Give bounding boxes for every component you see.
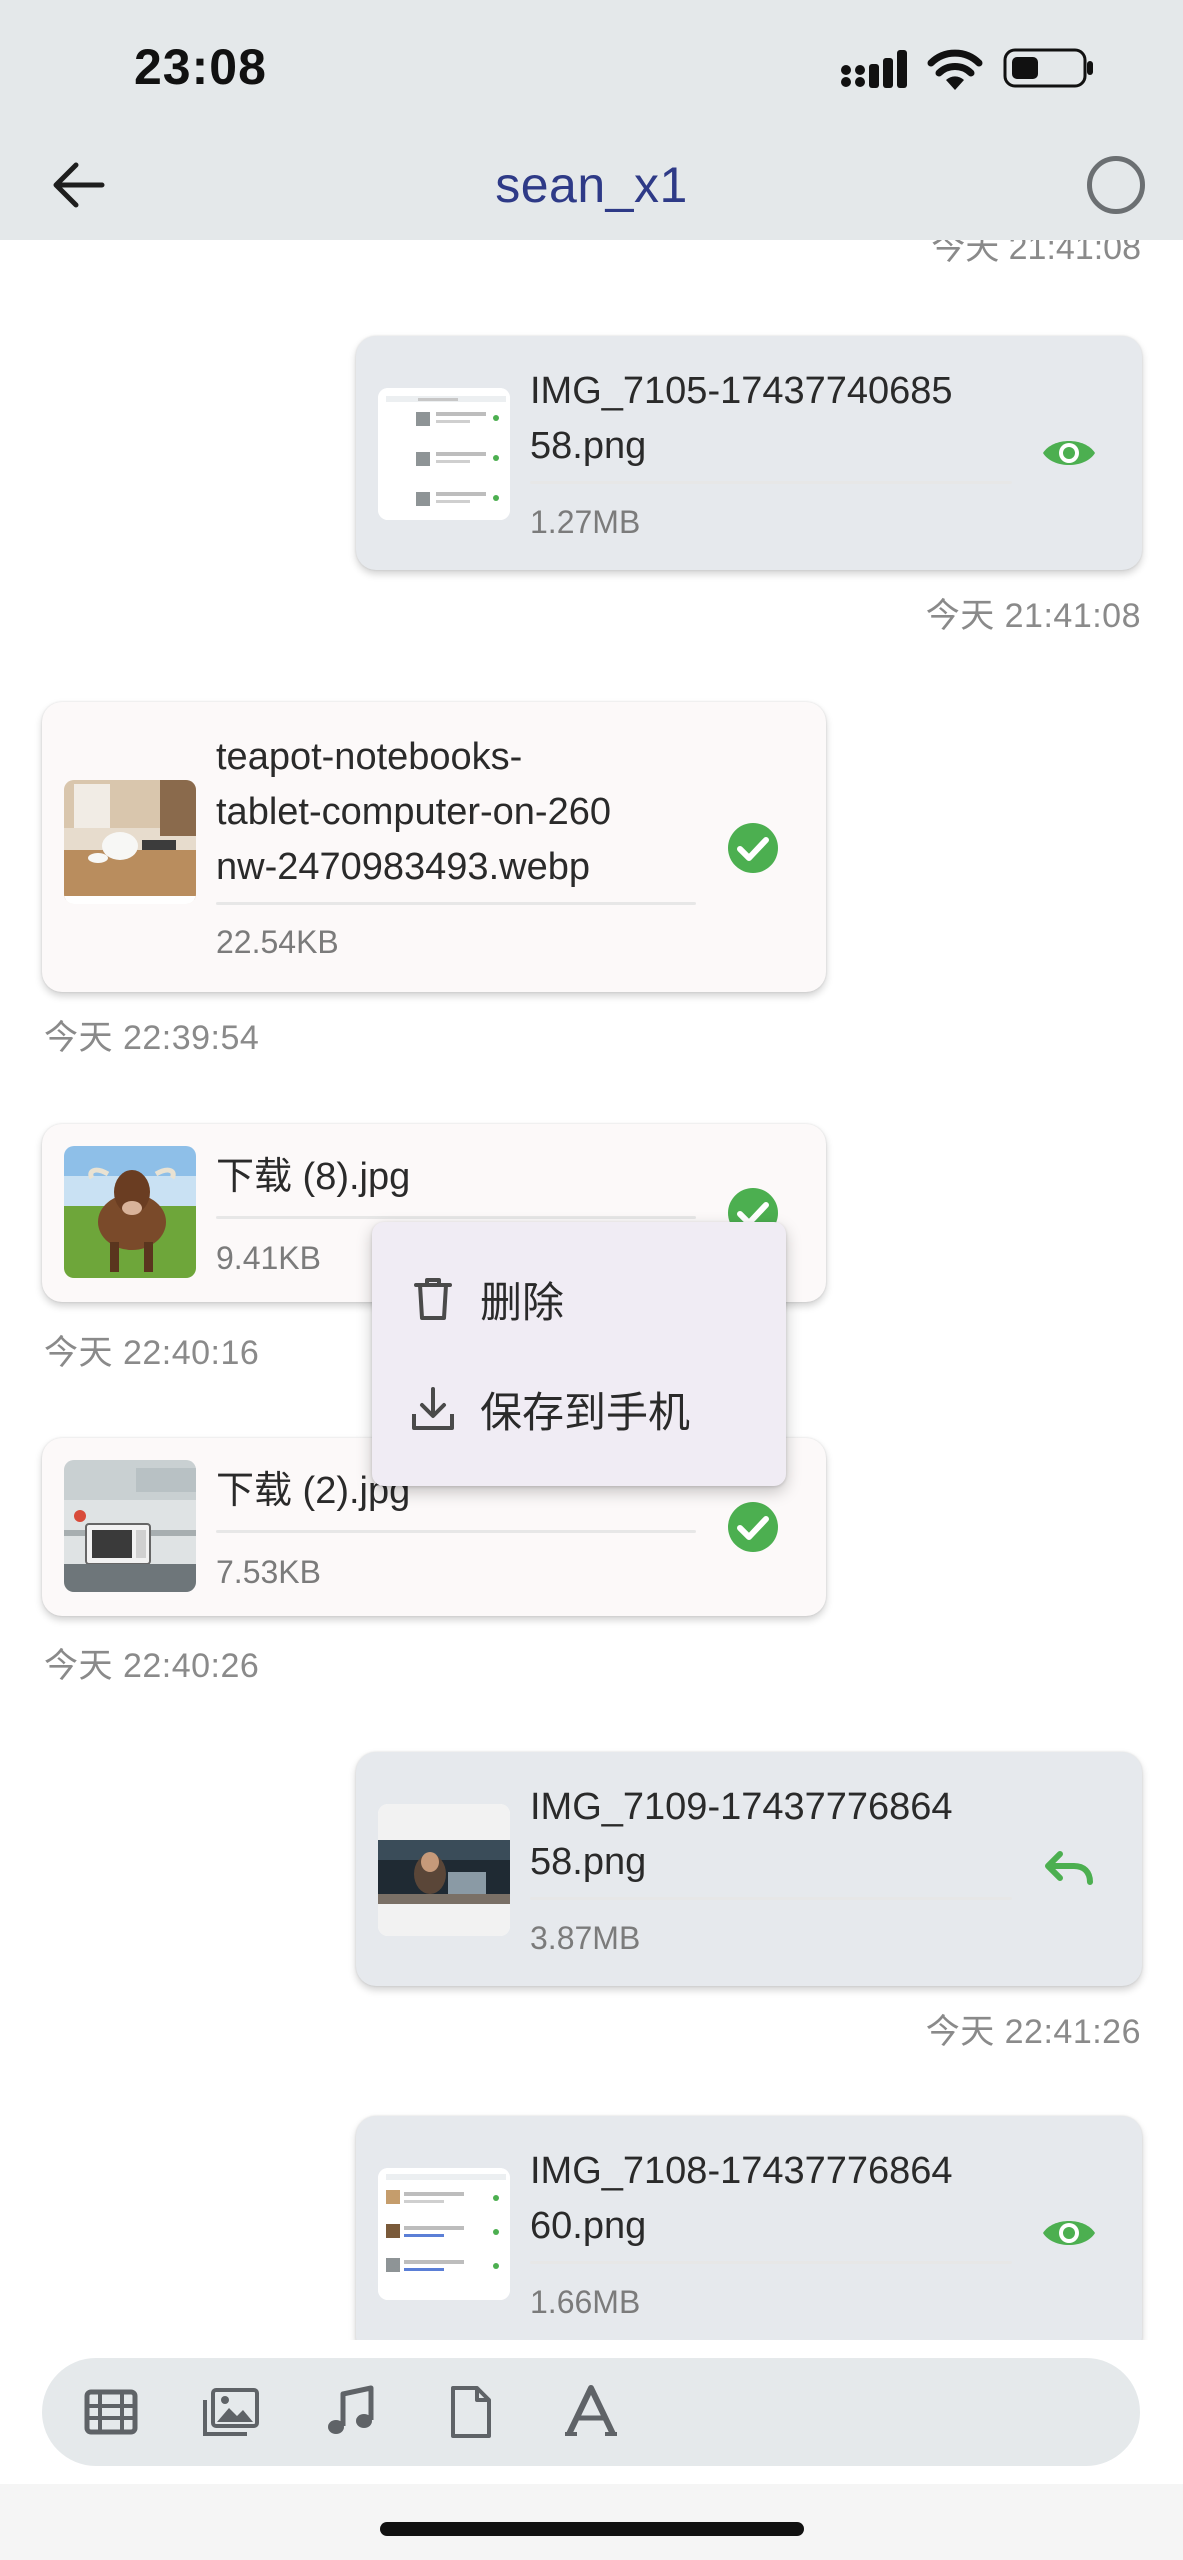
transfer-progress-bar [530,2261,1012,2264]
check-icon [728,823,778,873]
file-name: IMG_7105-17437740685 58.png [530,370,953,467]
file-message-bubble[interactable]: IMG_7109-17437776864 58.png 3.87MB [356,1752,1142,1986]
status-icons [841,46,1095,90]
transfer-progress-bar [216,1530,696,1533]
trash-icon [414,1278,452,1320]
message-timestamp: 今天 21:41:08 [931,240,1141,267]
video-icon [84,2389,138,2435]
cow-photo-image [64,1146,196,1278]
file-message-bubble[interactable]: teapot-notebooks- tablet-computer-on-260… [42,702,826,992]
file-name: teapot-notebooks- tablet-computer-on-260… [216,736,611,888]
context-menu: 删除 保存到手机 [372,1222,786,1486]
home-indicator[interactable] [380,2522,804,2536]
message-timestamp: 今天 22:41:26 [925,2013,1141,2051]
message-timestamp: 今天 22:40:26 [44,1647,260,1685]
text-icon [565,2385,617,2436]
file-message-bubble[interactable]: IMG_7105-17437740685 58.png 1.27MB [356,336,1142,570]
music-button[interactable] [314,2375,388,2449]
battery-icon [1003,48,1093,88]
file-size: 1.66MB [530,2284,641,2320]
status-time: 23:08 [134,39,267,95]
image-icon [203,2388,259,2436]
download-icon [412,1387,454,1430]
music-icon [328,2385,374,2434]
text-button[interactable] [554,2375,628,2449]
file-name: 下载 (8).jpg [216,1156,411,1198]
file-button[interactable] [434,2375,508,2449]
message-timestamp: 今天 22:40:16 [44,1334,260,1372]
person-laptop-photo-image [378,1804,510,1936]
file-thumbnail[interactable] [64,1146,196,1278]
eye-icon[interactable] [1040,2204,1098,2262]
file-thumbnail[interactable] [378,1804,510,1936]
menu-item-save-to-phone[interactable]: 保存到手机 [372,1354,786,1464]
file-size: 22.54KB [216,924,339,960]
file-size: 7.53KB [216,1554,321,1590]
file-name: IMG_7108-17437776864 60.png [530,2150,953,2247]
file-size: 3.87MB [530,1920,641,1956]
screenshot-thumbnail-image [378,2168,510,2300]
transfer-progress-bar [216,1216,696,1219]
screenshot-thumbnail-image [378,388,510,520]
file-thumbnail[interactable] [378,2168,510,2300]
attachment-toolbar [42,2358,1140,2466]
menu-item-delete[interactable]: 删除 [372,1244,786,1354]
eye-icon[interactable] [1040,424,1098,482]
transfer-progress-bar [530,1897,1012,1900]
file-thumbnail[interactable] [378,388,510,520]
chat-title: sean_x1 [495,157,688,213]
file-size: 9.41KB [216,1240,321,1276]
wifi-icon [927,49,983,90]
check-icon [728,1502,778,1552]
file-name: IMG_7109-17437776864 58.png [530,1786,953,1883]
file-thumbnail[interactable] [64,780,196,904]
kitchen-photo-image [64,1460,196,1592]
message-timestamp: 今天 21:41:08 [925,597,1141,635]
menu-item-label: 保存到手机 [480,1388,691,1436]
menu-item-label: 删除 [480,1278,565,1326]
file-icon [451,2386,491,2438]
message-timestamp: 今天 22:39:54 [44,1019,260,1057]
status-circle-button[interactable] [1087,156,1145,214]
file-message-bubble[interactable]: IMG_7108-17437776864 60.png 1.66MB [356,2116,1142,2340]
transfer-progress-bar [216,902,696,905]
cellular-signal-icon [841,50,907,88]
transfer-progress-bar [530,481,1012,484]
undo-icon[interactable] [1040,1840,1098,1898]
teapot-photo-image [64,780,196,904]
file-size: 1.27MB [530,504,641,540]
top-bar: 23:08 sean_x1 [0,0,1183,240]
image-button[interactable] [194,2375,268,2449]
video-button[interactable] [74,2375,148,2449]
file-thumbnail[interactable] [64,1460,196,1592]
